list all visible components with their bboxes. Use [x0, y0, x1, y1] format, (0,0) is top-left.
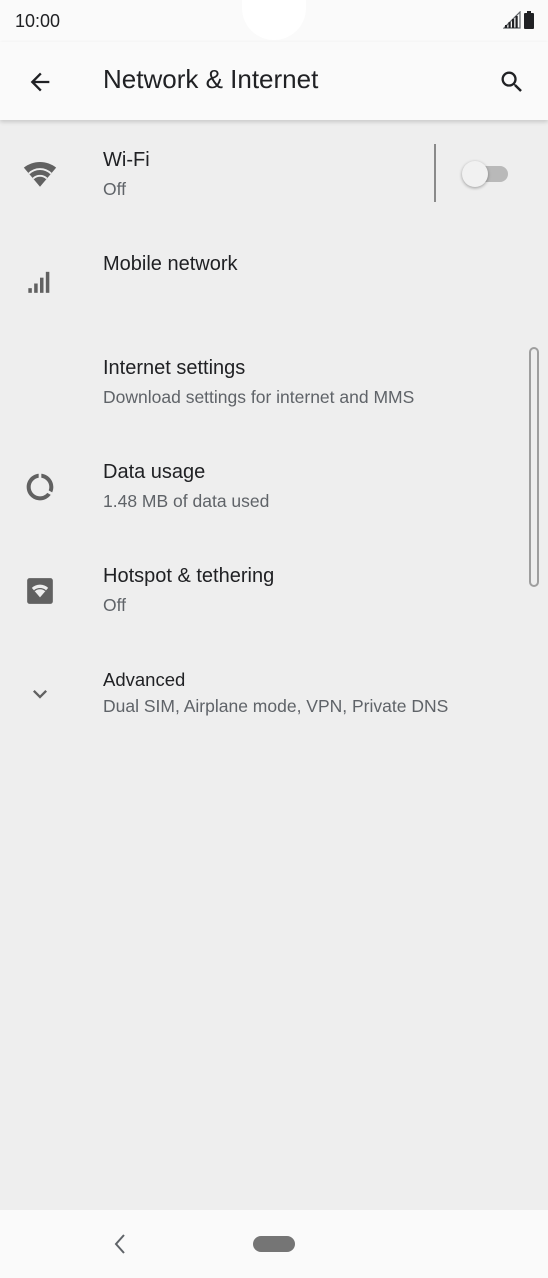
data-usage-icon	[22, 469, 58, 505]
signal-icon	[503, 11, 521, 29]
hotspot-item[interactable]: Hotspot & tethering Off	[0, 536, 548, 640]
wifi-icon	[22, 156, 58, 192]
internet-settings-item[interactable]: Internet settings Download settings for …	[0, 328, 548, 432]
navigation-bar	[0, 1210, 548, 1278]
advanced-title: Advanced	[103, 669, 186, 690]
status-bar: 10:00	[0, 0, 548, 42]
nav-back-button[interactable]	[106, 1230, 134, 1258]
settings-screen: 10:00 Network & Internet Wi-Fi Off Mobil…	[0, 0, 548, 1278]
status-icons	[503, 11, 534, 29]
battery-icon	[524, 11, 534, 29]
wifi-item[interactable]: Wi-Fi Off	[0, 120, 548, 224]
data-usage-summary: 1.48 MB of data used	[103, 491, 270, 511]
cellular-signal-icon	[22, 262, 58, 298]
camera-notch	[242, 0, 306, 40]
search-icon	[501, 71, 522, 92]
data-usage-title: Data usage	[103, 461, 206, 483]
advanced-item[interactable]: Advanced Dual SIM, Airplane mode, VPN, P…	[0, 640, 548, 744]
wifi-title: Wi-Fi	[103, 149, 150, 171]
hotspot-summary: Off	[103, 595, 127, 615]
arrow-back-icon	[30, 72, 50, 92]
home-pill-icon[interactable]	[253, 1236, 295, 1252]
toggle-thumb	[462, 161, 488, 187]
wifi-toggle[interactable]	[462, 161, 508, 187]
advanced-summary: Dual SIM, Airplane mode, VPN, Private DN…	[103, 696, 449, 716]
internet-settings-summary: Download settings for internet and MMS	[103, 387, 415, 407]
toggle-divider	[434, 144, 436, 202]
app-bar: Network & Internet	[0, 42, 548, 120]
back-button[interactable]	[20, 62, 60, 102]
internet-settings-title: Internet settings	[103, 357, 246, 379]
data-usage-item[interactable]: Data usage 1.48 MB of data used	[0, 432, 548, 536]
search-button[interactable]	[492, 62, 532, 102]
hotspot-icon	[22, 573, 58, 609]
mobile-network-title: Mobile network	[103, 253, 238, 275]
scrollbar[interactable]	[529, 347, 539, 587]
mobile-network-item[interactable]: Mobile network	[0, 224, 548, 328]
page-title: Network & Internet	[103, 64, 319, 94]
chevron-down-icon	[22, 676, 58, 712]
nav-back-icon	[114, 1234, 125, 1254]
wifi-summary: Off	[103, 179, 127, 199]
hotspot-title: Hotspot & tethering	[103, 565, 275, 587]
status-time: 10:00	[15, 11, 61, 31]
